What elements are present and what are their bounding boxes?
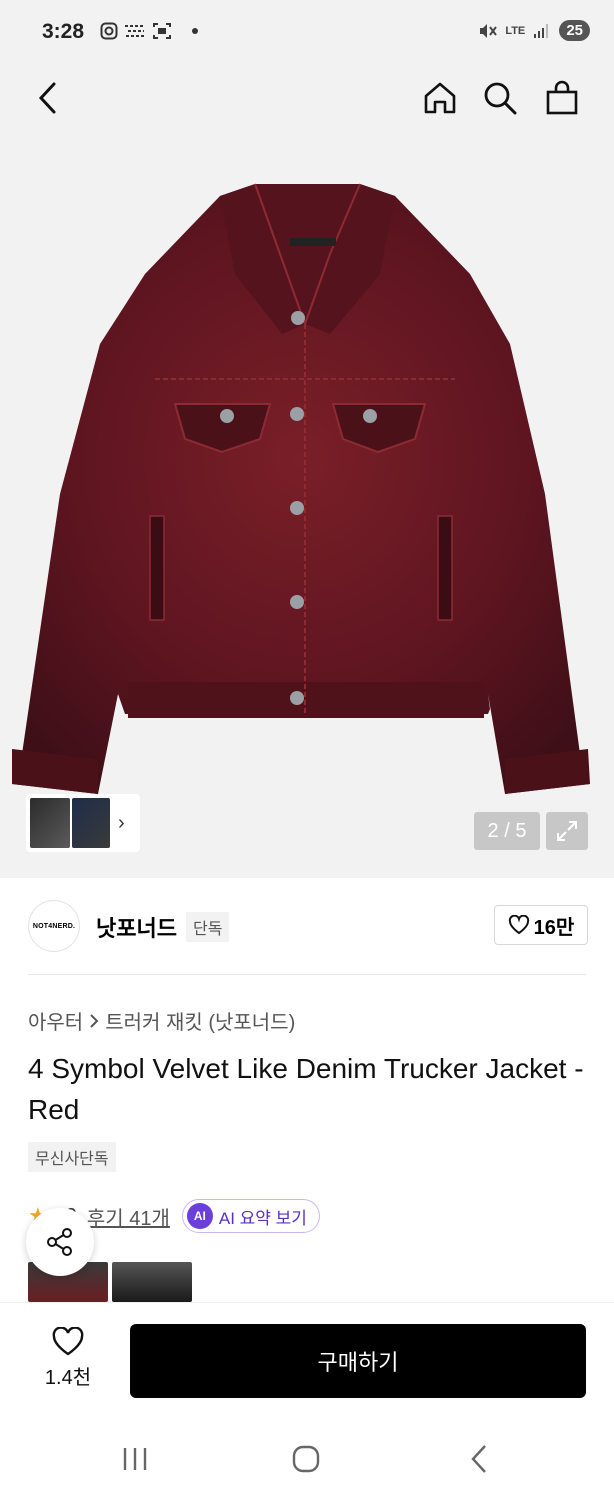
home-button[interactable]	[418, 76, 462, 120]
exclusive-badge: 무신사단독	[28, 1142, 116, 1172]
home-circle-icon	[292, 1445, 320, 1473]
product-title: 4 Symbol Velvet Like Denim Trucker Jacke…	[28, 1053, 584, 1125]
battery-indicator: 25	[559, 20, 590, 41]
heart-icon	[52, 1327, 84, 1356]
signal-icon	[534, 23, 549, 38]
purchase-bar: 1.4천 구매하기	[0, 1302, 614, 1412]
recent-apps-icon	[123, 1448, 147, 1470]
ai-summary-button[interactable]: AI AI 요약 보기	[181, 1199, 320, 1233]
ai-icon: AI	[186, 1203, 213, 1229]
back-button[interactable]	[26, 76, 70, 120]
chevron-right-icon	[90, 1013, 99, 1028]
brand-like-count: 16만	[533, 916, 575, 939]
notification-icon	[125, 25, 145, 37]
search-icon	[484, 82, 517, 115]
image-counter: 2 / 5	[474, 812, 540, 850]
status-time: 3:28	[42, 20, 85, 43]
cart-button[interactable]	[540, 76, 584, 120]
screenshot-icon	[153, 23, 171, 39]
review-photo[interactable]	[112, 1262, 192, 1302]
back-system-button[interactable]	[462, 1442, 496, 1476]
brand-logo[interactable]: NOT4NERD.	[28, 900, 80, 952]
dot-icon	[192, 28, 198, 34]
buy-button[interactable]: 구매하기	[130, 1324, 586, 1398]
chevron-left-icon	[38, 82, 56, 114]
brand-name[interactable]: 낫포너드	[96, 911, 177, 943]
top-navigation	[0, 64, 614, 206]
breadcrumb-item[interactable]: 아우터	[28, 1006, 83, 1035]
review-row: ★ 9 후기 41개 AI AI 요약 보기	[28, 1198, 588, 1234]
breadcrumb: 아우터 트러커 재킷 (낫포너드)	[28, 1006, 295, 1035]
chevron-right-icon: ›	[118, 811, 125, 834]
home-icon	[424, 82, 456, 114]
share-button[interactable]	[26, 1208, 94, 1276]
model-thumbnail-strip[interactable]: ›	[26, 794, 140, 852]
shopping-bag-icon	[546, 80, 578, 115]
model-thumbnail	[30, 798, 70, 848]
divider	[28, 974, 586, 975]
ai-summary-label: AI 요약 보기	[218, 1208, 307, 1228]
status-bar: 3:28 LTE 25	[0, 0, 614, 64]
back-arrow-icon	[471, 1445, 486, 1473]
brand-like-button[interactable]: 16만	[494, 905, 588, 945]
review-count-link[interactable]: 후기 41개	[87, 1202, 170, 1231]
model-thumbnail	[72, 798, 110, 848]
recent-apps-button[interactable]	[118, 1442, 152, 1476]
instagram-icon	[100, 22, 118, 40]
home-system-button[interactable]	[288, 1442, 324, 1476]
share-icon	[47, 1228, 72, 1256]
brand-row: NOT4NERD. 낫포너드 단독 16만	[28, 898, 588, 956]
wishlist-count: 1.4천	[44, 1367, 92, 1389]
expand-image-button[interactable]	[546, 812, 588, 850]
product-image-gallery[interactable]: › 2 / 5	[0, 134, 614, 878]
wishlist-button[interactable]: 1.4천	[36, 1327, 100, 1390]
mute-icon	[480, 23, 498, 38]
lte-indicator: LTE	[505, 24, 526, 37]
breadcrumb-item[interactable]: 트러커 재킷 (낫포너드)	[105, 1006, 295, 1035]
expand-icon	[557, 821, 577, 841]
heart-icon	[508, 915, 529, 935]
exclusive-tag: 단독	[186, 912, 230, 942]
search-button[interactable]	[478, 76, 522, 120]
product-jacket-image	[12, 183, 590, 794]
system-navigation-bar	[0, 1412, 614, 1500]
